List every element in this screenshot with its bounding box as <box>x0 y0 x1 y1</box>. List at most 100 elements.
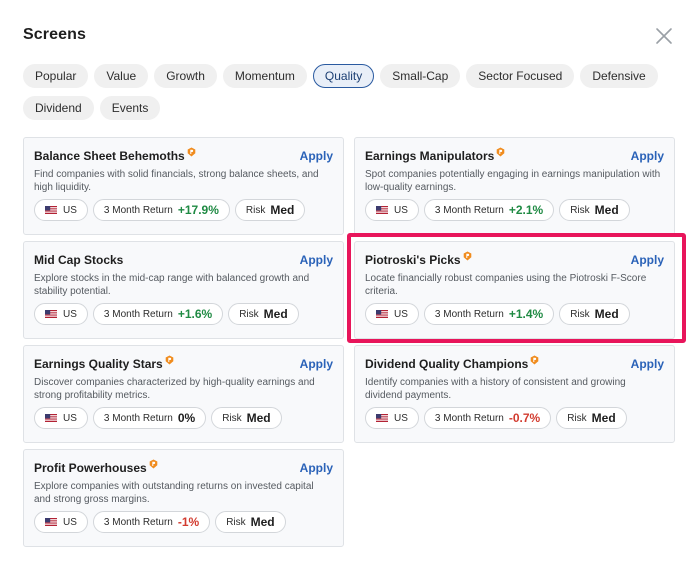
return-label: 3 Month Return <box>434 412 504 424</box>
us-flag-icon <box>45 518 57 526</box>
apply-button[interactable]: Apply <box>300 149 333 163</box>
region-tag: US <box>34 511 88 533</box>
return-label: 3 Month Return <box>103 412 173 424</box>
apply-button[interactable]: Apply <box>300 253 333 267</box>
close-icon <box>656 28 672 44</box>
card-title: Piotroski's Picks <box>365 251 472 267</box>
us-flag-icon <box>376 206 388 214</box>
card-tags: US 3 Month Return -1% Risk Med <box>34 511 286 533</box>
region-label: US <box>394 204 408 216</box>
risk-label: Risk <box>226 516 246 528</box>
risk-value: Med <box>270 203 295 217</box>
return-tag: 3 Month Return -0.7% <box>423 407 552 429</box>
card-title-text: Mid Cap Stocks <box>34 253 124 267</box>
risk-label: Risk <box>570 204 590 216</box>
risk-tag: Risk Med <box>215 511 286 533</box>
screen-card-dividend-quality-champions[interactable]: Dividend Quality Champions Apply Identif… <box>354 345 675 443</box>
return-tag: 3 Month Return +2.1% <box>423 199 555 221</box>
filter-chip-momentum[interactable]: Momentum <box>222 64 307 88</box>
pro-badge-icon <box>165 354 174 365</box>
filter-chip-growth[interactable]: Growth <box>154 64 217 88</box>
return-value: +2.1% <box>508 203 544 217</box>
filter-chip-popular[interactable]: Popular <box>23 64 89 88</box>
return-label: 3 Month Return <box>103 204 173 216</box>
return-label: 3 Month Return <box>434 308 504 320</box>
risk-tag: Risk Med <box>211 407 282 429</box>
us-flag-icon <box>45 310 57 318</box>
screen-cards-grid: Balance Sheet Behemoths Apply Find compa… <box>23 137 675 547</box>
risk-value: Med <box>594 307 619 321</box>
card-description: Locate financially robust companies usin… <box>365 273 647 297</box>
card-title: Balance Sheet Behemoths <box>34 147 196 163</box>
filter-chip-defensive[interactable]: Defensive <box>580 64 658 88</box>
screen-card-earnings-quality-stars[interactable]: Earnings Quality Stars Apply Discover co… <box>23 345 344 443</box>
card-title-text: Profit Powerhouses <box>34 461 147 475</box>
card-description: Identify companies with a history of con… <box>365 377 626 401</box>
filter-chip-sector-focused[interactable]: Sector Focused <box>466 64 575 88</box>
risk-tag: Risk Med <box>556 407 627 429</box>
filter-chips: Popular Value Growth Momentum Quality Sm… <box>23 64 683 120</box>
return-tag: 3 Month Return +17.9% <box>92 199 230 221</box>
screen-card-profit-powerhouses[interactable]: Profit Powerhouses Apply Explore compani… <box>23 449 344 547</box>
region-label: US <box>63 516 77 528</box>
us-flag-icon <box>45 206 57 214</box>
screen-card-piotroski-s-picks[interactable]: Piotroski's Picks Apply Locate financial… <box>354 241 675 339</box>
return-value: -0.7% <box>508 411 541 425</box>
risk-label: Risk <box>245 204 266 216</box>
card-tags: US 3 Month Return +17.9% Risk Med <box>34 199 306 221</box>
filter-chip-quality[interactable]: Quality <box>312 64 375 88</box>
region-tag: US <box>365 199 419 221</box>
card-title-text: Earnings Manipulators <box>365 149 495 163</box>
risk-label: Risk <box>567 412 587 424</box>
return-label: 3 Month Return <box>103 308 173 320</box>
region-tag: US <box>365 407 419 429</box>
risk-value: Med <box>591 411 616 425</box>
card-tags: US 3 Month Return -0.7% Risk Med <box>365 407 627 429</box>
card-title: Profit Powerhouses <box>34 459 158 475</box>
screen-card-mid-cap-stocks[interactable]: Mid Cap Stocks Apply Explore stocks in t… <box>23 241 344 339</box>
apply-button[interactable]: Apply <box>631 149 664 163</box>
risk-label: Risk <box>570 308 590 320</box>
apply-button[interactable]: Apply <box>631 253 664 267</box>
risk-tag: Risk Med <box>228 303 299 325</box>
card-title: Mid Cap Stocks <box>34 253 123 267</box>
risk-tag: Risk Med <box>559 199 630 221</box>
filter-chip-small-cap[interactable]: Small-Cap <box>380 64 461 88</box>
us-flag-icon <box>376 310 388 318</box>
card-description: Explore stocks in the mid-cap range with… <box>34 273 310 297</box>
us-flag-icon <box>376 414 388 422</box>
filter-chip-value[interactable]: Value <box>94 64 149 88</box>
apply-button[interactable]: Apply <box>631 357 664 371</box>
card-tags: US 3 Month Return +1.6% Risk Med <box>34 303 299 325</box>
screens-header: Screens <box>23 26 678 50</box>
return-tag: 3 Month Return +1.6% <box>92 303 224 325</box>
screen-card-balance-sheet-behemoths[interactable]: Balance Sheet Behemoths Apply Find compa… <box>23 137 344 235</box>
region-label: US <box>63 204 77 216</box>
return-value: +1.6% <box>177 307 213 321</box>
close-button[interactable] <box>655 27 675 47</box>
pro-badge-icon <box>496 146 505 157</box>
region-label: US <box>394 412 408 424</box>
page-title: Screens <box>23 26 86 43</box>
pro-badge-icon <box>530 354 539 365</box>
card-description: Discover companies characterized by high… <box>34 377 315 401</box>
region-tag: US <box>365 303 419 325</box>
card-title-text: Dividend Quality Champions <box>365 357 529 371</box>
filter-chip-events[interactable]: Events <box>99 96 161 120</box>
return-tag: 3 Month Return 0% <box>92 407 207 429</box>
us-flag-icon <box>45 414 57 422</box>
region-tag: US <box>34 303 88 325</box>
card-title: Dividend Quality Champions <box>365 354 539 371</box>
card-description: Spot companies potentially engaging in e… <box>365 169 661 193</box>
risk-tag: Risk Med <box>234 199 306 221</box>
screen-card-earnings-manipulators[interactable]: Earnings Manipulators Apply Spot compani… <box>354 137 675 235</box>
risk-label: Risk <box>239 308 259 320</box>
apply-button[interactable]: Apply <box>300 357 333 371</box>
risk-label: Risk <box>222 412 242 424</box>
filter-chip-dividend[interactable]: Dividend <box>23 96 94 120</box>
card-title: Earnings Quality Stars <box>34 354 174 371</box>
apply-button[interactable]: Apply <box>300 461 333 475</box>
region-tag: US <box>34 199 88 221</box>
region-tag: US <box>34 407 88 429</box>
return-value: +17.9% <box>177 203 219 217</box>
